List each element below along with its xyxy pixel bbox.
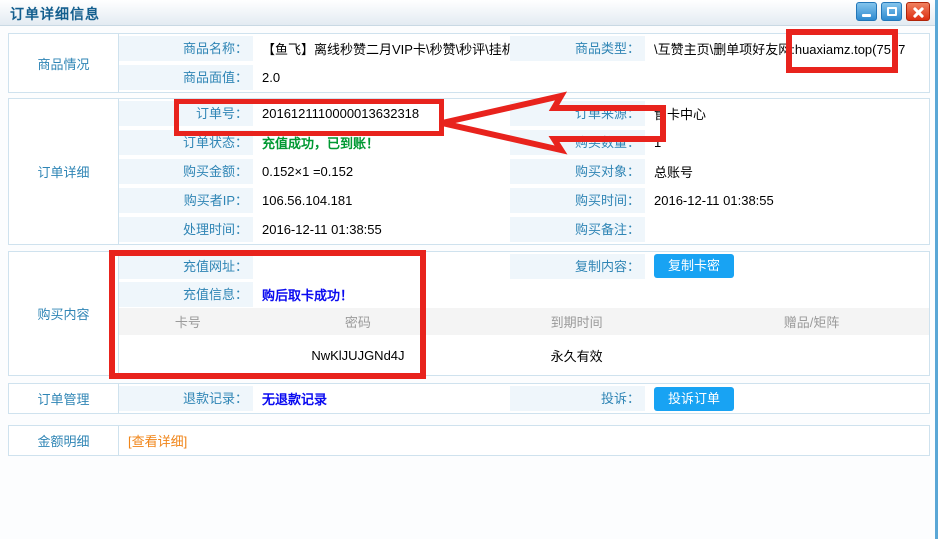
header-gift: 赠品/矩阵 <box>694 312 929 331</box>
close-button[interactable] <box>906 2 930 21</box>
order-no-value: 2016121110000013632318 <box>253 106 510 121</box>
section-order-detail: 订单详细 订单号： 2016121110000013632318 订单来源： 售… <box>8 98 930 245</box>
copy-card-button[interactable]: 复制卡密 <box>654 254 734 278</box>
minimize-button[interactable] <box>856 2 877 21</box>
product-name-value: 【鱼飞】离线秒赞二月VIP卡\秒赞\秒评\挂机 <box>253 39 510 58</box>
section-label-manage: 订单管理 <box>9 384 119 413</box>
order-detail-window: 订单详细信息 商品情况 商品名称： 【鱼飞】离线秒赞二月VIP卡\秒赞\秒评\挂… <box>0 0 938 539</box>
view-detail-link[interactable]: [查看详细] <box>119 431 929 450</box>
buy-target-label: 购买对象： <box>510 159 645 184</box>
buyer-ip-value: 106.56.104.181 <box>253 193 510 208</box>
section-amount-detail: 金额明细 [查看详细] <box>8 425 930 456</box>
row-order-status: 订单状态： 充值成功，已到账！ 购买数量： 1 <box>119 128 929 157</box>
row-buyer-ip: 购买者IP： 106.56.104.181 购买时间： 2016-12-11 0… <box>119 186 929 215</box>
refund-label: 退款记录： <box>119 386 253 411</box>
product-name-label: 商品名称： <box>119 36 253 61</box>
header-password: 密码 <box>257 312 460 331</box>
close-icon <box>912 6 924 18</box>
process-time-value: 2016-12-11 01:38:55 <box>253 222 510 237</box>
product-type-value: \互赞主页\删单项好友网:huaxiamz.top(7517 <box>645 39 929 58</box>
recharge-info-label: 充值信息： <box>119 282 253 307</box>
row-process-time: 处理时间： 2016-12-11 01:38:55 购买备注： <box>119 215 929 244</box>
product-type-label: 商品类型： <box>510 36 645 61</box>
row-amount-detail: [查看详细] <box>119 426 929 455</box>
copy-content-label: 复制内容： <box>510 254 645 279</box>
card-table-header: 卡号 密码 到期时间 赠品/矩阵 <box>119 308 929 335</box>
section-purchase-content: 购买内容 充值网址： 复制内容： 复制卡密 充值信息： 购后取卡成功！ 卡号 密… <box>8 251 930 376</box>
order-no-label: 订单号： <box>119 101 253 126</box>
cell-expiry: 永久有效 <box>459 346 694 365</box>
buy-qty-label: 购买数量： <box>510 130 645 155</box>
buyer-ip-label: 购买者IP： <box>119 188 253 213</box>
complaint-label: 投诉： <box>510 386 645 411</box>
order-status-label: 订单状态： <box>119 130 253 155</box>
page-title: 订单详细信息 <box>10 4 100 24</box>
row-buy-amount: 购买金额： 0.152×1 =0.152 购买对象： 总账号 <box>119 157 929 186</box>
row-recharge-info: 充值信息： 购后取卡成功！ <box>119 280 929 308</box>
section-label-order: 订单详细 <box>9 99 119 244</box>
refund-value: 无退款记录 <box>253 389 510 408</box>
buy-target-value: 总账号 <box>645 162 929 181</box>
buy-qty-value: 1 <box>645 135 929 150</box>
buy-time-value: 2016-12-11 01:38:55 <box>645 193 929 208</box>
buy-amount-value: 0.152×1 =0.152 <box>253 164 510 179</box>
section-label-content: 购买内容 <box>9 252 119 375</box>
product-face-label: 商品面值： <box>119 65 253 90</box>
product-face-value: 2.0 <box>253 70 929 85</box>
row-refund: 退款记录： 无退款记录 投诉： 投诉订单 <box>119 384 929 413</box>
section-label-product: 商品情况 <box>9 34 119 92</box>
recharge-url-label: 充值网址： <box>119 254 253 279</box>
maximize-button[interactable] <box>881 2 902 21</box>
recharge-info-value: 购后取卡成功！ <box>253 285 929 304</box>
complain-order-button[interactable]: 投诉订单 <box>654 387 734 411</box>
order-status-value: 充值成功，已到账！ <box>253 133 510 152</box>
buy-time-label: 购买时间： <box>510 188 645 213</box>
maximize-icon <box>887 7 897 16</box>
row-product-face-value: 商品面值： 2.0 <box>119 63 929 92</box>
buy-note-label: 购买备注： <box>510 217 645 242</box>
buy-amount-label: 购买金额： <box>119 159 253 184</box>
titlebar: 订单详细信息 <box>0 0 938 26</box>
minimize-icon <box>862 14 871 17</box>
window-controls <box>856 2 930 21</box>
header-expiry: 到期时间 <box>459 312 694 331</box>
main-content: 商品情况 商品名称： 【鱼飞】离线秒赞二月VIP卡\秒赞\秒评\挂机 商品类型：… <box>0 26 938 456</box>
section-product-info: 商品情况 商品名称： 【鱼飞】离线秒赞二月VIP卡\秒赞\秒评\挂机 商品类型：… <box>8 33 930 93</box>
section-label-amount: 金额明细 <box>9 426 119 455</box>
cell-password: NwKlJUJGNd4J <box>257 348 460 363</box>
order-source-label: 订单来源： <box>510 101 645 126</box>
section-order-manage: 订单管理 退款记录： 无退款记录 投诉： 投诉订单 <box>8 383 930 414</box>
process-time-label: 处理时间： <box>119 217 253 242</box>
row-recharge-url: 充值网址： 复制内容： 复制卡密 <box>119 252 929 280</box>
card-table-row: NwKlJUJGNd4J 永久有效 <box>119 335 929 375</box>
row-product-name: 商品名称： 【鱼飞】离线秒赞二月VIP卡\秒赞\秒评\挂机 商品类型： \互赞主… <box>119 34 929 63</box>
order-source-value: 售卡中心 <box>645 104 929 123</box>
header-card-no: 卡号 <box>119 312 257 331</box>
row-order-no: 订单号： 2016121110000013632318 订单来源： 售卡中心 <box>119 99 929 128</box>
